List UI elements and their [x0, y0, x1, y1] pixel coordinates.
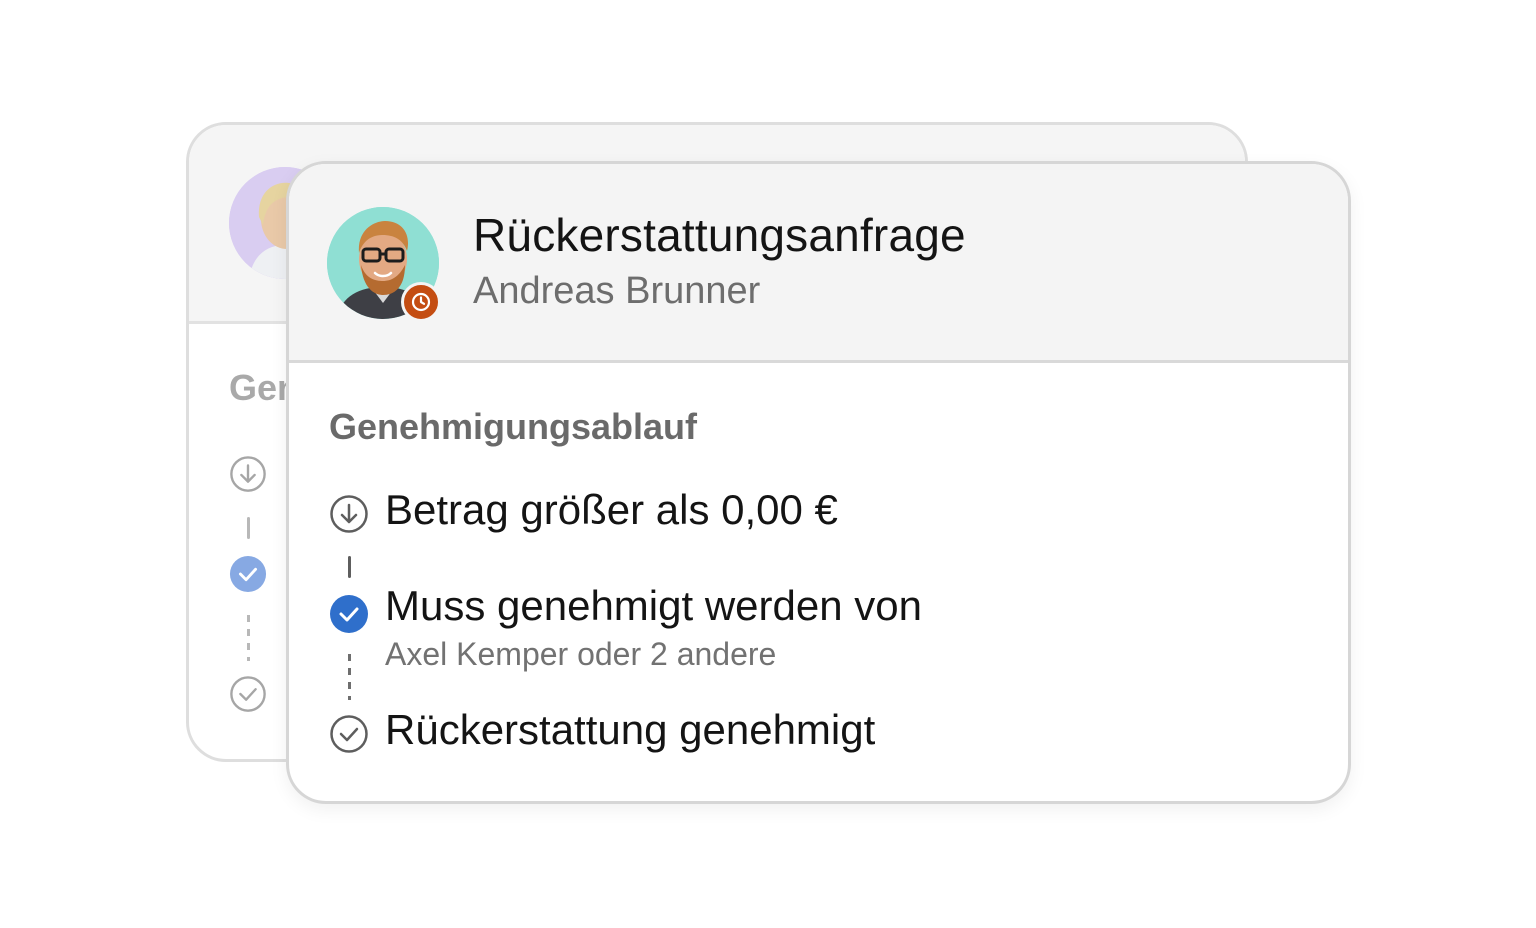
back-connector-dashed	[247, 615, 250, 661]
step-approval-label: Muss genehmigt werden von	[385, 582, 922, 629]
connector-solid	[348, 556, 351, 578]
clock-icon	[411, 292, 431, 312]
step-approvers: Axel Kemper oder 2 andere	[385, 636, 777, 672]
step-condition-label: Betrag größer als 0,00 €	[385, 486, 838, 533]
section-title: Genehmigungsablauf	[329, 406, 698, 447]
refund-request-card[interactable]: Rückerstattungsanfrage Andreas Brunner G…	[286, 161, 1351, 804]
check-circle-filled-icon	[229, 555, 267, 593]
connector-dashed	[348, 654, 351, 700]
arrow-down-circle-icon	[230, 456, 266, 492]
check-circle-outline-icon	[230, 676, 266, 712]
card-title: Rückerstattungsanfrage	[473, 209, 966, 261]
requester-name: Andreas Brunner	[473, 270, 761, 312]
check-circle-outline-icon	[330, 715, 368, 753]
step-approved-label: Rückerstattung genehmigt	[385, 706, 876, 753]
stage: Gen Rückerstattungsanfrage Andreas Brunn…	[0, 0, 1536, 928]
check-circle-filled-icon	[330, 595, 368, 633]
arrow-down-circle-icon	[330, 495, 368, 533]
card-header: Rückerstattungsanfrage Andreas Brunner	[289, 164, 1348, 363]
pending-status-badge	[401, 282, 441, 322]
back-connector-solid	[247, 517, 250, 539]
